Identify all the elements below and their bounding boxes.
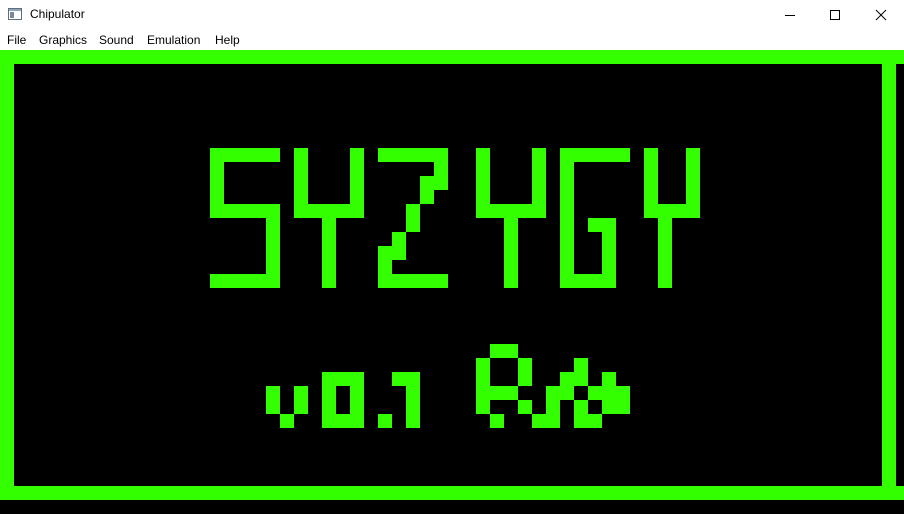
title-pixel-text [210,148,700,288]
letter-s [210,148,280,288]
glyph-1 [392,372,420,428]
letter-y-3 [644,148,700,288]
glyph-dot [378,414,392,428]
minimize-button[interactable] [767,0,813,30]
glyph-v [266,386,308,428]
letter-y-1 [294,148,364,288]
glyph-0 [322,372,364,428]
menu-file[interactable]: File [7,33,26,47]
menu-help[interactable]: Help [215,33,240,47]
menu-emulation[interactable]: Emulation [147,33,200,47]
emulator-display[interactable] [0,50,904,514]
letter-z [378,148,448,288]
letter-g [560,148,630,288]
app-window-icon [8,8,22,20]
maximize-icon [830,10,840,20]
maximize-button[interactable] [812,0,858,30]
window-title: Chipulator [30,7,85,21]
chip8-framebuffer [0,50,904,500]
letter-y-2 [476,148,546,288]
minimize-icon [785,15,795,16]
screen-border-frame [0,50,904,500]
close-button[interactable] [858,0,904,30]
menu-graphics[interactable]: Graphics [39,33,87,47]
version-pixel-text [266,344,630,428]
menu-bar: File Graphics Sound Emulation Help [0,30,904,50]
menu-sound[interactable]: Sound [99,33,134,47]
close-icon [875,9,887,21]
title-bar[interactable]: Chipulator [0,0,904,30]
